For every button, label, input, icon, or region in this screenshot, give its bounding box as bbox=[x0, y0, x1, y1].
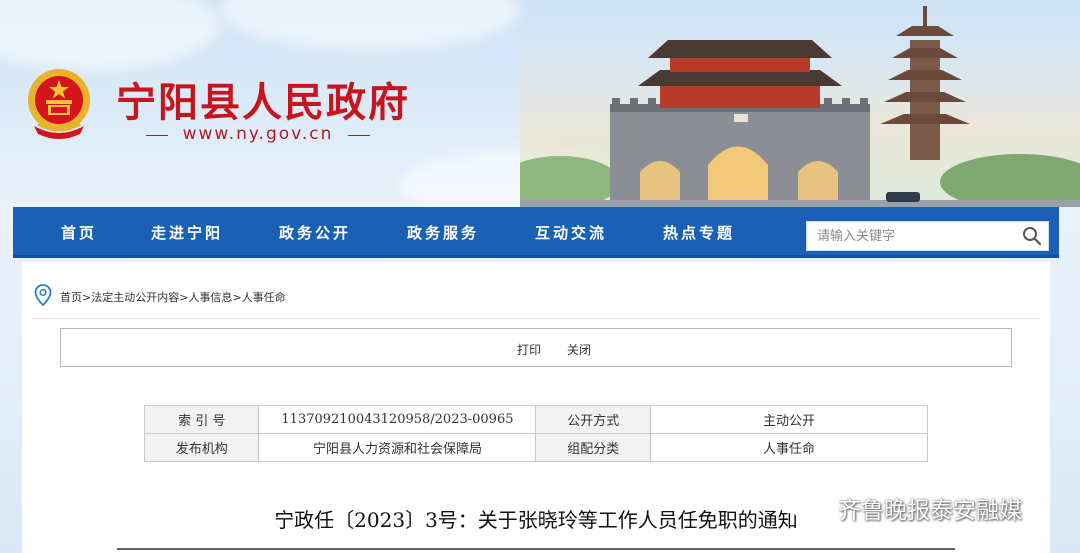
nav-item-gov-affairs-open[interactable]: 政务公开 bbox=[279, 222, 351, 243]
table-row: 发布机构 宁阳县人力资源和社会保障局 组配分类 人事任命 bbox=[143, 433, 929, 462]
breadcrumb-item-home[interactable]: 首页 bbox=[60, 291, 82, 304]
index-number-label: 索 引 号 bbox=[143, 405, 260, 434]
main-nav: 首页 走进宁阳 政务公开 政务服务 互动交流 热点专题 bbox=[13, 207, 1059, 258]
category-label: 组配分类 bbox=[535, 433, 651, 462]
breadcrumb-divider bbox=[32, 318, 1040, 319]
table-row: 索 引 号 11370921004312095​8/2023-00965 公开方… bbox=[143, 405, 929, 434]
location-pin-icon bbox=[34, 284, 52, 306]
breadcrumb-item-personnel-info[interactable]: 人事信息 bbox=[188, 291, 232, 304]
site-title[interactable]: 宁阳县人民政府 bbox=[116, 70, 410, 128]
breadcrumb: 首页>法定主动公开内容>人事信息>人事任命 bbox=[60, 289, 286, 305]
search-box bbox=[806, 221, 1049, 251]
disclosure-method-value: 主动公开 bbox=[649, 405, 929, 434]
national-emblem-icon bbox=[28, 69, 90, 139]
nav-item-about[interactable]: 走进宁阳 bbox=[151, 222, 223, 243]
nav-item-gov-services[interactable]: 政务服务 bbox=[407, 222, 479, 243]
breadcrumb-separator: > bbox=[232, 291, 242, 304]
site-url: www.ny.gov.cn bbox=[146, 124, 370, 144]
print-toolbar: 打印 关闭 bbox=[60, 328, 1012, 367]
search-icon[interactable] bbox=[1022, 226, 1042, 246]
breadcrumb-separator: > bbox=[82, 291, 92, 304]
breadcrumb-item-appointments[interactable]: 人事任命 bbox=[242, 291, 286, 304]
publisher-label: 发布机构 bbox=[143, 433, 260, 462]
nav-item-home[interactable]: 首页 bbox=[61, 222, 97, 243]
index-number-value: 11370921004312095​8/2023-00965 bbox=[258, 405, 537, 434]
category-value: 人事任命 bbox=[649, 433, 929, 462]
header-banner: 宁阳县人民政府 www.ny.gov.cn bbox=[0, 0, 1080, 207]
cloud-decoration bbox=[220, 0, 520, 50]
nav-item-interaction[interactable]: 互动交流 bbox=[535, 222, 607, 243]
breadcrumb-item-public-content[interactable]: 法定主动公开内容 bbox=[91, 291, 179, 304]
title-underline bbox=[117, 548, 955, 550]
search-input[interactable] bbox=[817, 222, 1017, 250]
disclosure-method-label: 公开方式 bbox=[535, 405, 651, 434]
nav-item-hot-topics[interactable]: 热点专题 bbox=[663, 222, 735, 243]
city-gate-illustration bbox=[520, 0, 1080, 207]
publisher-value: 宁阳县人力资源和社会保障局 bbox=[258, 433, 537, 462]
close-button[interactable]: 关闭 bbox=[567, 341, 591, 358]
print-button[interactable]: 打印 bbox=[517, 341, 541, 358]
watermark-text: 齐鲁晚报泰安融媒 bbox=[838, 498, 1022, 524]
document-meta-table: 索 引 号 11370921004312095​8/2023-00965 公开方… bbox=[143, 405, 929, 462]
wechat-icon bbox=[783, 496, 811, 518]
cloud-decoration bbox=[0, 0, 220, 70]
